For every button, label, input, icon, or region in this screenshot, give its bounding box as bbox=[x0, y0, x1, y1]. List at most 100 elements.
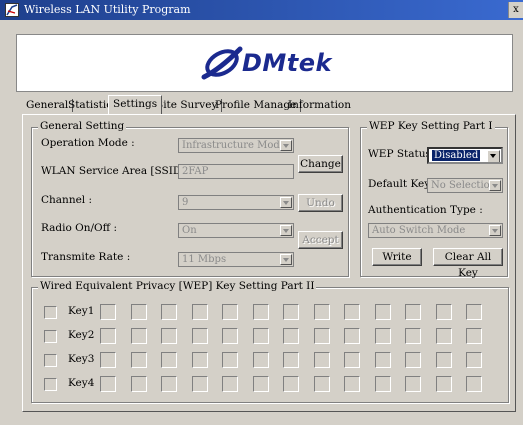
key-byte-input[interactable] bbox=[466, 352, 482, 368]
key-label: Key3 bbox=[68, 353, 95, 365]
key-byte-input[interactable] bbox=[283, 304, 299, 320]
accept-button[interactable]: Accept bbox=[298, 231, 343, 249]
key-byte-input[interactable] bbox=[344, 328, 360, 344]
key-checkbox[interactable] bbox=[44, 306, 57, 319]
key-byte-input[interactable] bbox=[405, 304, 421, 320]
select-value: 11 Mbps bbox=[182, 254, 227, 265]
key-byte-input[interactable] bbox=[344, 304, 360, 320]
key-byte-input[interactable] bbox=[313, 376, 330, 392]
logo-text: DMtek bbox=[242, 49, 333, 77]
select-value: Infrastructure Mode bbox=[182, 140, 286, 151]
key-byte-input[interactable] bbox=[283, 352, 299, 368]
wep-part1-group: WEP Key Setting Part I WEP Status : Disa… bbox=[360, 120, 508, 279]
key-byte-input[interactable] bbox=[313, 304, 330, 320]
key-byte-input[interactable] bbox=[161, 304, 177, 320]
key-byte-input[interactable] bbox=[222, 352, 238, 368]
logo-banner: DMtek bbox=[16, 34, 513, 92]
select-value: No Selection bbox=[431, 180, 497, 191]
key-byte-input[interactable] bbox=[130, 376, 147, 392]
key-checkbox[interactable] bbox=[44, 354, 57, 367]
settings-panel: General Setting Operation Mode : Infrast… bbox=[22, 114, 516, 412]
key-byte-input[interactable] bbox=[374, 376, 391, 392]
channel-select[interactable]: 9 bbox=[178, 195, 294, 210]
key-byte-input[interactable] bbox=[435, 376, 452, 392]
key-byte-input[interactable] bbox=[344, 376, 360, 392]
default-key-select[interactable]: No Selection bbox=[427, 178, 503, 193]
key-byte-input[interactable] bbox=[313, 328, 330, 344]
key-byte-input[interactable] bbox=[100, 352, 116, 368]
key-byte-input[interactable] bbox=[191, 304, 208, 320]
key-byte-input[interactable] bbox=[100, 304, 116, 320]
key-byte-input[interactable] bbox=[191, 352, 208, 368]
key-byte-input[interactable] bbox=[374, 304, 391, 320]
key-byte-input[interactable] bbox=[313, 352, 330, 368]
key-byte-input[interactable] bbox=[191, 328, 208, 344]
group-title: WEP Key Setting Part I bbox=[367, 120, 495, 132]
key-byte-input[interactable] bbox=[222, 328, 238, 344]
key-checkbox[interactable] bbox=[44, 330, 57, 343]
wep-status-select[interactable]: Disabled bbox=[427, 147, 503, 164]
key-label: Key2 bbox=[68, 329, 95, 341]
key-byte-input[interactable] bbox=[435, 304, 452, 320]
key-byte-input[interactable] bbox=[435, 352, 452, 368]
key-byte-input[interactable] bbox=[222, 304, 238, 320]
tab-settings[interactable]: Settings bbox=[108, 95, 163, 114]
title-bar[interactable]: Wireless LAN Utility Program x bbox=[0, 0, 523, 20]
key-byte-input[interactable] bbox=[130, 328, 147, 344]
key-byte-input[interactable] bbox=[191, 376, 208, 392]
key-byte-input[interactable] bbox=[161, 328, 177, 344]
chevron-down-icon[interactable] bbox=[280, 140, 292, 151]
auth-type-select[interactable]: Auto Switch Mode bbox=[368, 223, 503, 238]
key-byte-input[interactable] bbox=[161, 376, 177, 392]
transmit-rate-select[interactable]: 11 Mbps bbox=[178, 252, 294, 267]
key-byte-input[interactable] bbox=[374, 328, 391, 344]
wep-part2-group: Wired Equivalent Privacy [WEP] Key Setti… bbox=[31, 280, 509, 403]
key-byte-input[interactable] bbox=[374, 352, 391, 368]
chevron-down-icon[interactable] bbox=[280, 254, 292, 265]
key-byte-input[interactable] bbox=[405, 328, 421, 344]
chevron-down-icon[interactable] bbox=[280, 225, 292, 236]
auth-type-label: Authentication Type : bbox=[368, 204, 483, 216]
key-byte-input[interactable] bbox=[283, 328, 299, 344]
group-title: General Setting bbox=[38, 120, 127, 132]
key-byte-input[interactable] bbox=[130, 352, 147, 368]
window-title: Wireless LAN Utility Program bbox=[24, 3, 191, 16]
key-byte-input[interactable] bbox=[435, 328, 452, 344]
key-checkbox[interactable] bbox=[44, 378, 57, 391]
app-window: Wireless LAN Utility Program x DMtek Gen… bbox=[0, 0, 523, 425]
operation-mode-select[interactable]: Infrastructure Mode bbox=[178, 138, 294, 153]
key-byte-input[interactable] bbox=[130, 304, 147, 320]
radio-select[interactable]: On bbox=[178, 223, 294, 238]
close-icon[interactable]: x bbox=[508, 2, 523, 18]
key-byte-input[interactable] bbox=[466, 328, 482, 344]
key-byte-input[interactable] bbox=[283, 376, 299, 392]
chevron-down-icon[interactable] bbox=[489, 180, 501, 191]
key-byte-input[interactable] bbox=[222, 376, 238, 392]
key-byte-input[interactable] bbox=[100, 328, 116, 344]
key-byte-input[interactable] bbox=[252, 328, 269, 344]
chevron-down-icon[interactable] bbox=[280, 197, 292, 208]
chevron-down-icon[interactable] bbox=[489, 225, 501, 236]
group-title: Wired Equivalent Privacy [WEP] Key Setti… bbox=[38, 280, 317, 292]
tab-information[interactable]: Information bbox=[284, 97, 355, 113]
write-button[interactable]: Write bbox=[372, 248, 422, 266]
key-byte-input[interactable] bbox=[161, 352, 177, 368]
key-byte-input[interactable] bbox=[344, 352, 360, 368]
key-byte-input[interactable] bbox=[466, 376, 482, 392]
undo-button[interactable]: Undo bbox=[298, 194, 343, 212]
general-setting-group: General Setting Operation Mode : Infrast… bbox=[31, 120, 349, 277]
clear-all-key-button[interactable]: Clear All Key bbox=[433, 248, 503, 279]
key-byte-input[interactable] bbox=[466, 304, 482, 320]
key-byte-input[interactable] bbox=[252, 352, 269, 368]
key-byte-input[interactable] bbox=[405, 376, 421, 392]
key-byte-input[interactable] bbox=[405, 352, 421, 368]
channel-label: Channel : bbox=[41, 194, 93, 206]
key-byte-input[interactable] bbox=[252, 304, 269, 320]
chevron-down-icon[interactable] bbox=[487, 150, 500, 162]
key-byte-input[interactable] bbox=[252, 376, 269, 392]
operation-mode-label: Operation Mode : bbox=[41, 137, 135, 149]
change-button[interactable]: Change bbox=[298, 155, 343, 173]
radio-label: Radio On/Off : bbox=[41, 222, 117, 234]
ssid-input[interactable]: 2FAP bbox=[178, 164, 294, 179]
key-byte-input[interactable] bbox=[100, 376, 116, 392]
